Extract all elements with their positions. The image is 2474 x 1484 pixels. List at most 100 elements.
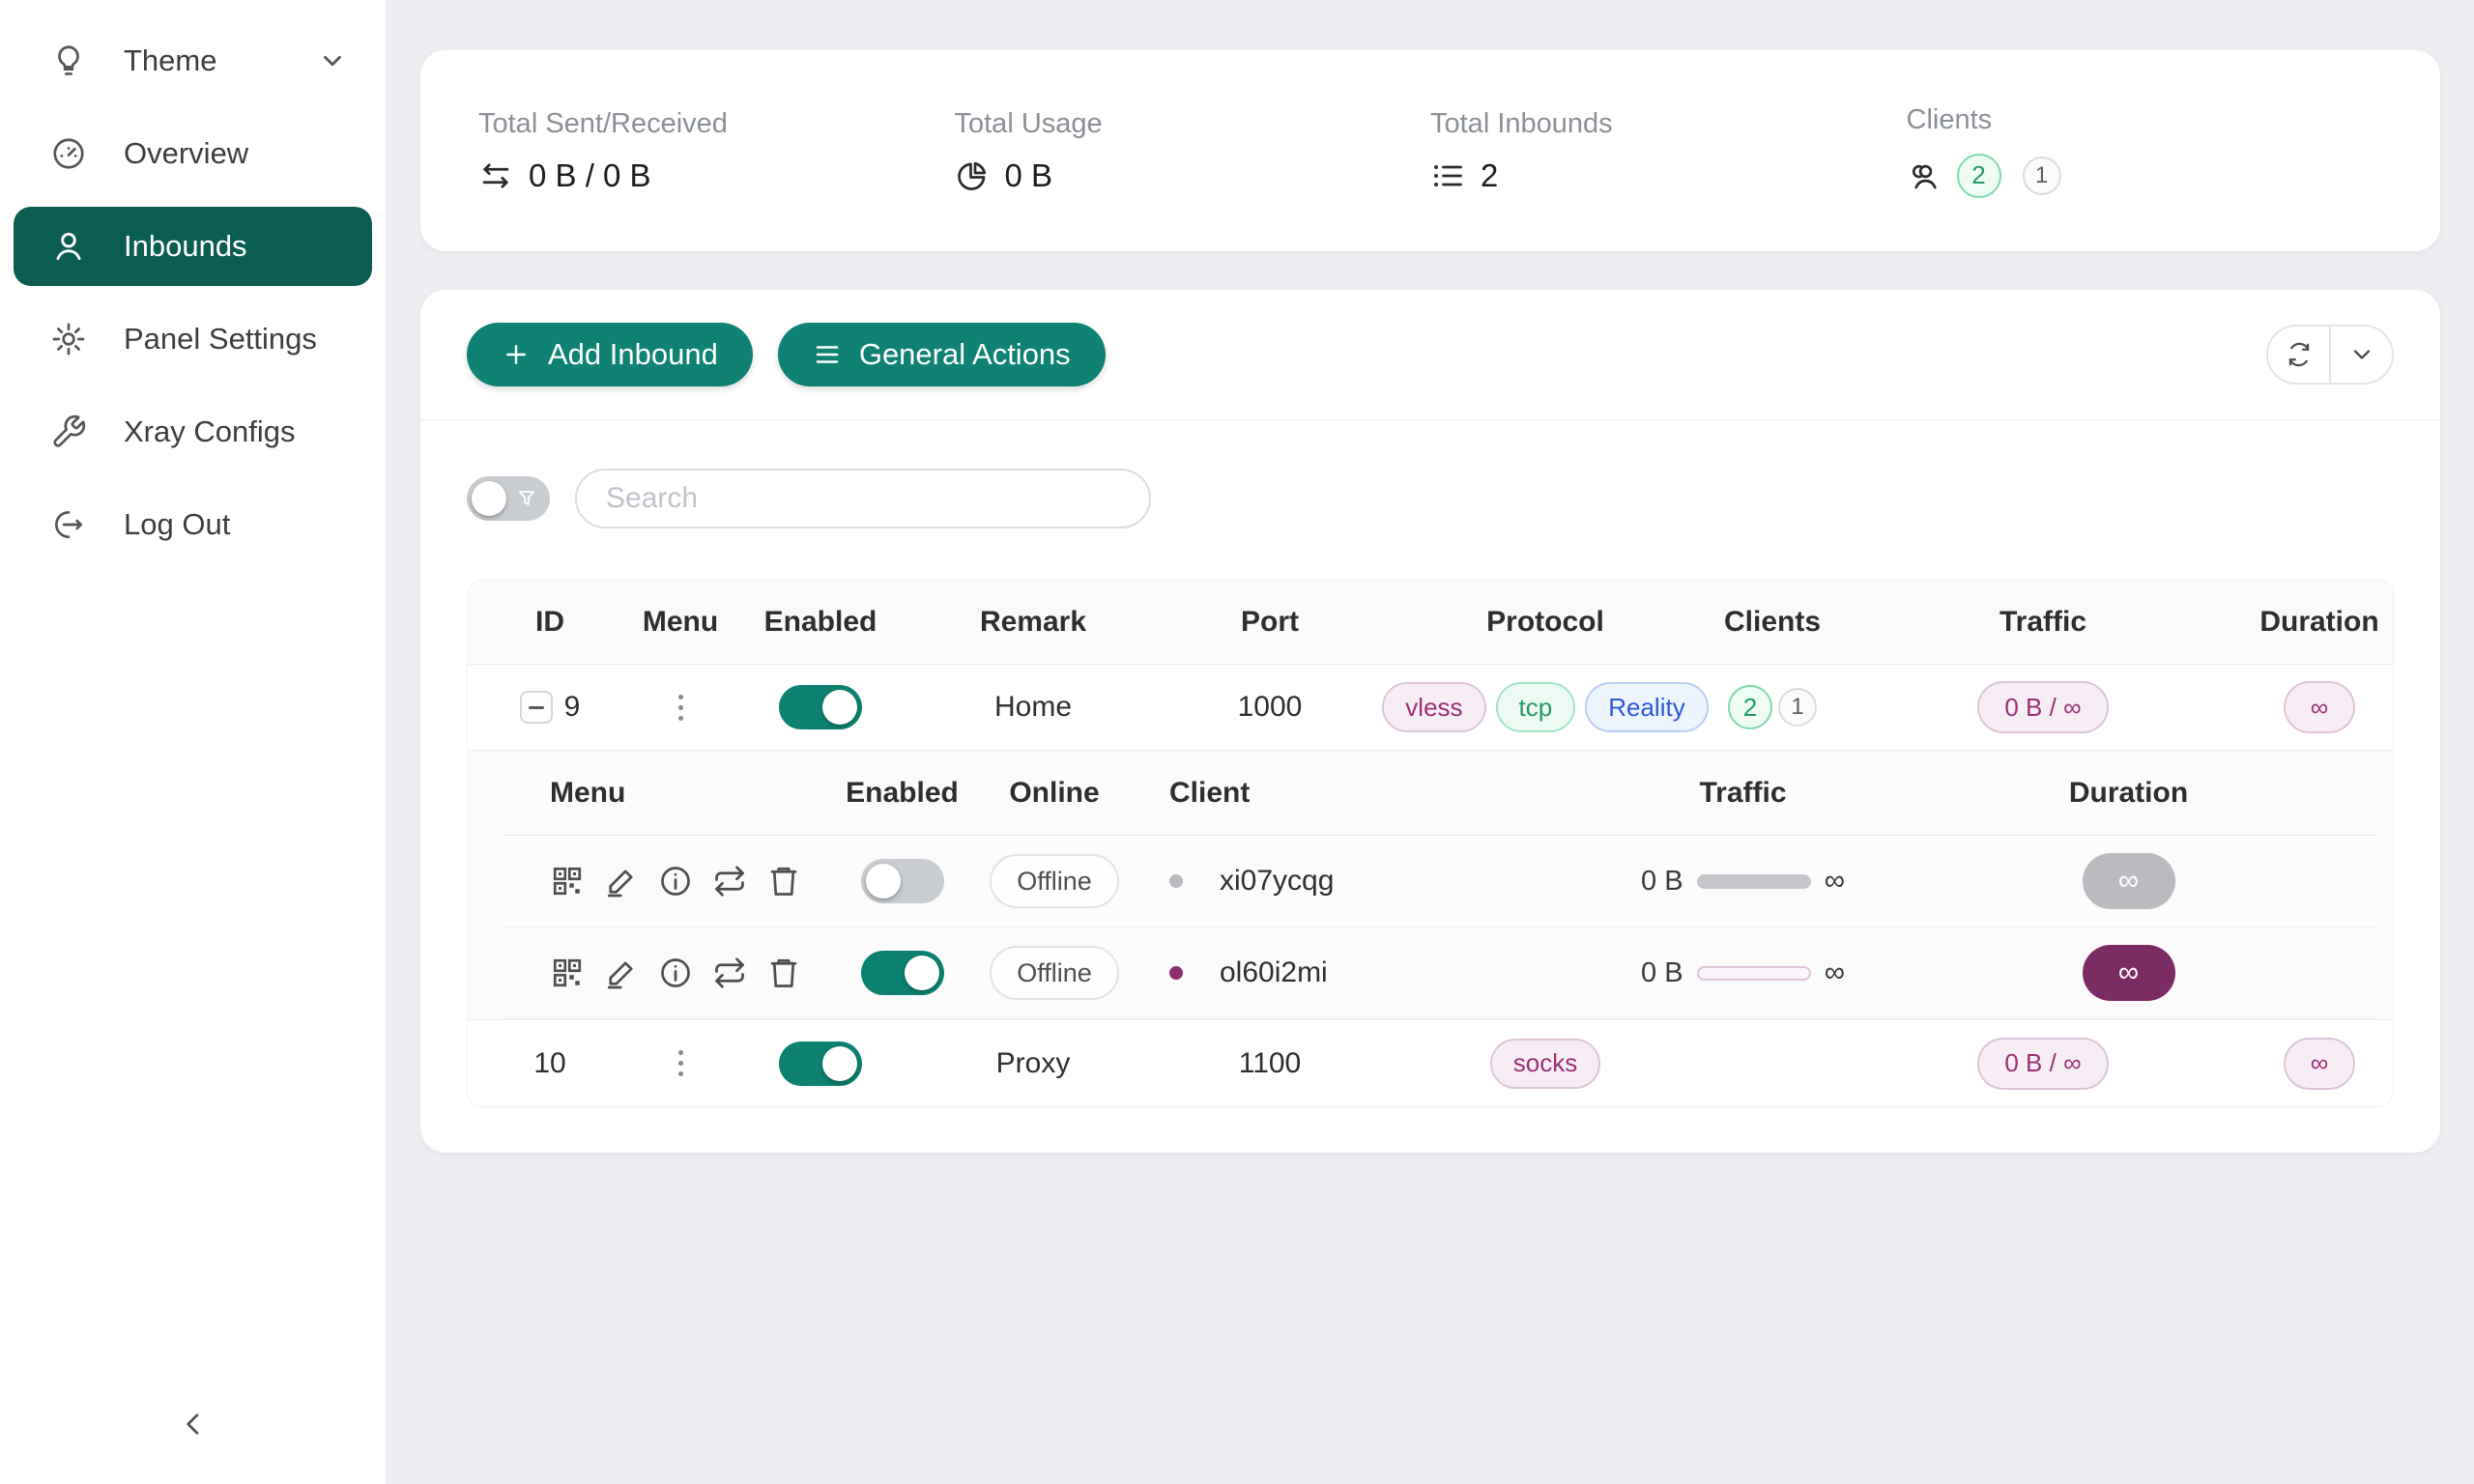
sidebar-collapse-button[interactable] (166, 1397, 220, 1451)
traffic-progress-bar (1697, 874, 1811, 889)
refresh-icon (2286, 341, 2313, 368)
toggle-knob (866, 864, 901, 899)
traffic-limit: ∞ (1825, 865, 1845, 898)
inbound-remark: Home (912, 691, 1154, 724)
online-status-badge: Offline (990, 854, 1119, 908)
qr-code-icon[interactable] (550, 956, 585, 990)
chevron-down-icon (2348, 341, 2375, 368)
chevron-left-icon (178, 1409, 209, 1440)
col-header-id: ID (468, 606, 632, 639)
pie-chart-icon (955, 158, 990, 193)
protocol-tag: vless (1382, 682, 1485, 732)
team-icon (1907, 158, 1942, 193)
inbound-port: 1000 (1154, 691, 1386, 724)
toolbar: Add Inbound General Actions (420, 290, 2440, 420)
sidebar-item-panel-settings[interactable]: Panel Settings (0, 300, 386, 379)
traffic-pill: 0 B / ∞ (1977, 681, 2108, 733)
edit-icon[interactable] (604, 956, 639, 990)
inbounds-table: ID Menu Enabled Remark Port Protocol Cli… (467, 579, 2394, 1107)
client-status-dot (1169, 874, 1183, 888)
protocol-tag: socks (1490, 1039, 1600, 1089)
stat-clients: Clients 2 1 (1907, 104, 2383, 198)
col-header-clients: Clients (1705, 606, 1840, 639)
search-row (420, 420, 2440, 528)
col-header-remark: Remark (912, 606, 1154, 639)
subcol-header-enabled: Enabled (851, 777, 953, 810)
general-actions-label: General Actions (859, 337, 1071, 372)
traffic-pill: 0 B / ∞ (1977, 1038, 2108, 1090)
client-enabled-toggle[interactable] (861, 951, 944, 995)
inbound-id: 9 (564, 691, 581, 724)
toggle-knob (822, 1046, 857, 1081)
inbound-enabled-toggle[interactable] (779, 685, 862, 729)
list-icon (1430, 158, 1465, 193)
clients-offline-badge: 1 (1778, 688, 1817, 727)
network-tag: tcp (1496, 682, 1576, 732)
funnel-icon (515, 487, 538, 510)
duration-pill[interactable]: ∞ (2284, 1038, 2356, 1090)
stat-value: 0 B / 0 B (529, 157, 651, 194)
col-header-enabled: Enabled (729, 606, 912, 639)
trash-icon[interactable] (766, 956, 801, 990)
add-inbound-button[interactable]: Add Inbound (467, 323, 753, 386)
duration-pill[interactable]: ∞ (2083, 853, 2175, 909)
subcol-header-client: Client (1156, 777, 1605, 810)
row-menu-button[interactable] (671, 1042, 691, 1084)
sidebar-item-inbounds[interactable]: Inbounds (14, 207, 372, 286)
clients-online-badge: 2 (1957, 154, 2001, 198)
info-icon[interactable] (658, 956, 693, 990)
online-status-badge: Offline (990, 946, 1119, 1000)
sidebar-item-label: Xray Configs (124, 414, 295, 449)
reset-traffic-icon[interactable] (712, 956, 747, 990)
client-enabled-toggle[interactable] (861, 859, 944, 903)
sidebar-item-xray-configs[interactable]: Xray Configs (0, 392, 386, 471)
inbound-remark: Proxy (912, 1047, 1154, 1080)
client-status-dot (1169, 966, 1183, 980)
traffic-progress-bar (1697, 966, 1811, 981)
traffic-limit: ∞ (1825, 956, 1845, 989)
chevron-down-icon (318, 46, 347, 75)
duration-pill[interactable]: ∞ (2284, 681, 2356, 733)
col-header-protocol: Protocol (1386, 606, 1705, 639)
traffic-used: 0 B (1641, 957, 1683, 989)
trash-icon[interactable] (766, 864, 801, 899)
table-row: 10 Proxy 1100 socks 0 B / ∞ ∞ (468, 1020, 2393, 1106)
sidebar-item-log-out[interactable]: Log Out (0, 485, 386, 564)
subcol-header-traffic: Traffic (1605, 777, 1881, 810)
duration-pill[interactable]: ∞ (2083, 945, 2175, 1001)
gear-icon (50, 321, 87, 357)
col-header-traffic: Traffic (1840, 606, 2246, 639)
client-row: Offline xi07ycqg 0 B ∞ ∞ (503, 836, 2376, 928)
inbounds-card: Add Inbound General Actions (420, 290, 2440, 1153)
inbound-id: 10 (533, 1047, 565, 1080)
row-menu-button[interactable] (671, 687, 691, 728)
stat-label: Total Usage (955, 108, 1431, 140)
table-header-row: ID Menu Enabled Remark Port Protocol Cli… (468, 580, 2393, 665)
sidebar-item-label: Overview (124, 136, 248, 171)
client-name: xi07ycqg (1220, 865, 1334, 898)
client-row: Offline ol60i2mi 0 B ∞ ∞ (503, 928, 2376, 1019)
reset-traffic-icon[interactable] (712, 864, 747, 899)
inbound-enabled-toggle[interactable] (779, 1042, 862, 1086)
info-icon[interactable] (658, 864, 693, 899)
sidebar-item-label: Panel Settings (124, 322, 317, 357)
refresh-dropdown-button[interactable] (2331, 327, 2392, 383)
edit-icon[interactable] (604, 864, 639, 899)
main-content: Total Sent/Received 0 B / 0 B Total Usag… (387, 0, 2474, 1484)
logout-icon (50, 506, 87, 543)
sidebar-item-theme[interactable]: Theme (0, 21, 386, 100)
general-actions-button[interactable]: General Actions (778, 323, 1106, 386)
filter-toggle[interactable] (467, 476, 550, 521)
subcol-header-menu: Menu (503, 777, 851, 810)
stat-label: Total Sent/Received (478, 108, 955, 140)
sidebar-item-overview[interactable]: Overview (0, 114, 386, 193)
inbound-port: 1100 (1154, 1047, 1386, 1080)
bulb-icon (50, 43, 87, 79)
plus-icon (502, 340, 531, 369)
search-input[interactable] (575, 469, 1151, 528)
refresh-button[interactable] (2268, 327, 2331, 383)
user-icon (50, 228, 87, 265)
sidebar-item-label: Theme (124, 43, 216, 78)
qr-code-icon[interactable] (550, 864, 585, 899)
collapse-row-button[interactable] (520, 691, 553, 724)
